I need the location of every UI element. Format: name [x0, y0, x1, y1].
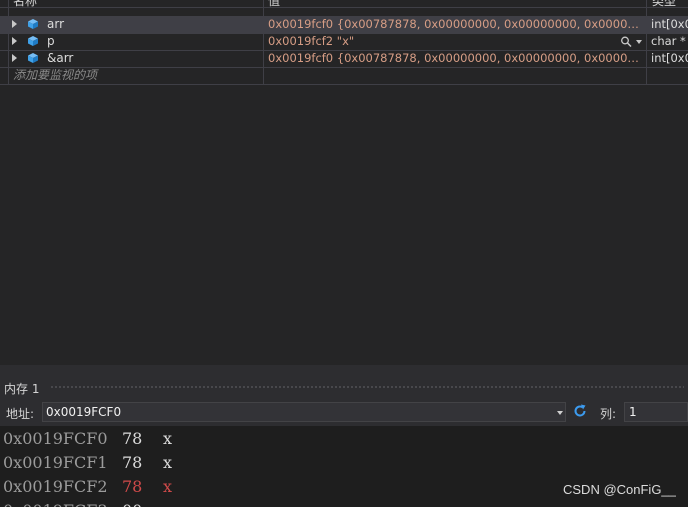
memory-title-bar: 内存 1 — [0, 375, 688, 398]
watermark: CSDN @ConFiG__ — [563, 482, 676, 497]
refresh-icon[interactable] — [572, 403, 588, 419]
memory-char[interactable]: x — [163, 451, 172, 474]
column-divider[interactable] — [646, 0, 647, 85]
memory-address: 0x0019FCF1 — [3, 453, 108, 472]
column-input[interactable]: 1 — [629, 405, 637, 419]
memory-byte[interactable]: 78 — [122, 475, 142, 498]
memory-char[interactable]: x — [163, 475, 172, 498]
watch-name: p — [47, 34, 55, 48]
expand-arrow-icon[interactable] — [12, 54, 17, 62]
add-watch-placeholder[interactable]: 添加要监视的项 — [13, 67, 97, 84]
pane-splitter[interactable] — [0, 365, 688, 375]
column-combobox[interactable]: 1 — [624, 402, 688, 422]
row-divider — [0, 84, 688, 85]
chevron-down-icon[interactable] — [557, 411, 563, 415]
memory-char[interactable]: x — [163, 427, 172, 450]
watch-value[interactable]: 0x0019fcf2 "x" — [268, 33, 608, 50]
memory-byte[interactable]: 78 — [122, 427, 142, 450]
variable-cube-icon — [28, 36, 38, 46]
memory-toolbar: 地址: 0x0019FCF0 列: 1 — [0, 398, 688, 426]
visualizer-dropdown-icon[interactable] — [636, 40, 642, 44]
variable-cube-icon — [28, 53, 38, 63]
magnifier-icon[interactable] — [620, 36, 634, 47]
watch-name: &arr — [47, 51, 74, 65]
address-combobox[interactable]: 0x0019FCF0 — [42, 402, 566, 422]
row-divider — [0, 67, 688, 68]
column-divider[interactable] — [263, 0, 264, 85]
variable-cube-icon — [28, 19, 38, 29]
column-divider — [8, 0, 9, 85]
memory-address: 0x0019FCF3 — [3, 499, 108, 507]
address-input[interactable]: 0x0019FCF0 — [46, 405, 121, 419]
header-name[interactable]: 名称 — [13, 0, 37, 9]
memory-byte[interactable]: 78 — [122, 451, 142, 474]
header-type[interactable]: 类型 — [652, 0, 676, 9]
memory-address: 0x0019FCF2 — [3, 477, 108, 496]
watch-value[interactable]: 0x0019fcf0 {0x00787878, 0x00000000, 0x00… — [268, 50, 645, 67]
watch-row-arr[interactable]: arr 0x0019fcf0 {0x00787878, 0x00000000, … — [0, 16, 688, 33]
watch-pane: 名称 值 类型 arr 0x0019fcf0 {0x00787878, 0x00… — [0, 0, 688, 365]
watch-row-addr-arr[interactable]: &arr 0x0019fcf0 {0x00787878, 0x00000000,… — [0, 50, 688, 67]
memory-byte[interactable]: 00 — [122, 499, 142, 507]
row-divider — [0, 33, 688, 34]
expand-arrow-icon[interactable] — [12, 20, 17, 28]
watch-type: char * — [651, 34, 686, 48]
memory-window-title: 内存 1 — [4, 382, 40, 396]
watch-type: int[0x0 — [651, 17, 688, 31]
memory-address: 0x0019FCF0 — [3, 429, 108, 448]
header-value[interactable]: 值 — [268, 0, 280, 9]
watch-type: int[0x0 — [651, 51, 688, 65]
watch-row-p[interactable]: p 0x0019fcf2 "x" char * — [0, 33, 688, 50]
address-label: 地址: — [6, 407, 35, 421]
add-watch-row[interactable]: 添加要监视的项 — [0, 67, 688, 84]
row-divider — [0, 50, 688, 51]
header-divider — [0, 7, 688, 8]
watch-name: arr — [47, 17, 65, 31]
watch-value[interactable]: 0x0019fcf0 {0x00787878, 0x00000000, 0x00… — [268, 16, 645, 33]
column-label: 列: — [600, 407, 617, 421]
drag-grip[interactable] — [50, 385, 684, 390]
expand-arrow-icon[interactable] — [12, 37, 17, 45]
